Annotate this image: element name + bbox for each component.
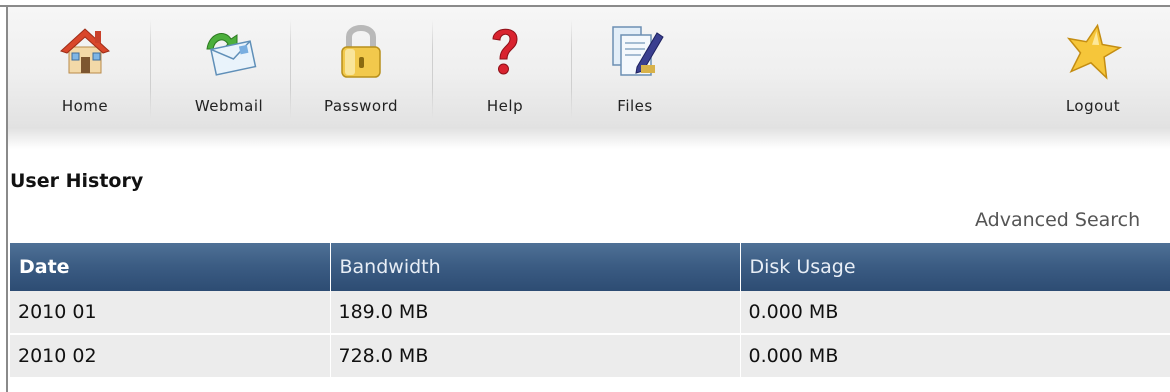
cell-date: 2010 01 bbox=[10, 291, 331, 335]
window-frame-left bbox=[0, 7, 8, 392]
toolbar-webmail-label: Webmail bbox=[194, 97, 264, 115]
webmail-icon bbox=[197, 19, 261, 83]
table-header-row: Date Bandwidth Disk Usage bbox=[10, 243, 1170, 291]
toolbar-password-label: Password bbox=[323, 97, 399, 115]
cell-disk-usage: 0.000 MB bbox=[740, 291, 1170, 335]
toolbar-separator bbox=[432, 19, 433, 119]
toolbar-separator bbox=[150, 19, 151, 119]
toolbar-help-button[interactable]: Help bbox=[460, 7, 550, 127]
home-icon bbox=[53, 19, 117, 83]
cell-date: 2010 02 bbox=[10, 334, 331, 379]
cell-bandwidth: 189.0 MB bbox=[330, 291, 741, 335]
table-row: 2010 01 189.0 MB 0.000 MB bbox=[10, 291, 1170, 335]
toolbar-files-button[interactable]: Files bbox=[596, 7, 674, 127]
toolbar-files-label: Files bbox=[617, 97, 653, 115]
star-icon bbox=[1061, 19, 1125, 83]
question-icon bbox=[473, 19, 537, 83]
toolbar-shadow bbox=[8, 127, 1170, 149]
cell-bandwidth: 728.0 MB bbox=[330, 334, 741, 379]
column-header-bandwidth[interactable]: Bandwidth bbox=[330, 243, 741, 291]
toolbar-home-button[interactable]: Home bbox=[40, 7, 130, 127]
toolbar-help-label: Help bbox=[486, 97, 524, 115]
page-title: User History bbox=[10, 170, 144, 192]
toolbar-separator bbox=[571, 19, 572, 119]
table-row: 2010 02 728.0 MB 0.000 MB bbox=[10, 334, 1170, 379]
advanced-search-link[interactable]: Advanced Search bbox=[975, 209, 1140, 231]
lock-icon bbox=[329, 19, 393, 83]
toolbar-logout-button[interactable]: Logout bbox=[1048, 7, 1138, 127]
toolbar-logout-label: Logout bbox=[1065, 97, 1121, 115]
main-toolbar: Home Webmail Password Help Files Logout bbox=[8, 7, 1170, 127]
cell-disk-usage: 0.000 MB bbox=[740, 334, 1170, 379]
toolbar-home-label: Home bbox=[61, 97, 109, 115]
user-history-table: Date Bandwidth Disk Usage 2010 01 189.0 … bbox=[10, 243, 1170, 379]
toolbar-separator bbox=[290, 19, 291, 119]
column-header-date[interactable]: Date bbox=[10, 243, 331, 291]
toolbar-password-button[interactable]: Password bbox=[309, 7, 413, 127]
toolbar-webmail-button[interactable]: Webmail bbox=[174, 7, 284, 127]
window-frame-top bbox=[0, 0, 1170, 7]
files-icon bbox=[603, 19, 667, 83]
column-header-disk-usage[interactable]: Disk Usage bbox=[740, 243, 1170, 291]
